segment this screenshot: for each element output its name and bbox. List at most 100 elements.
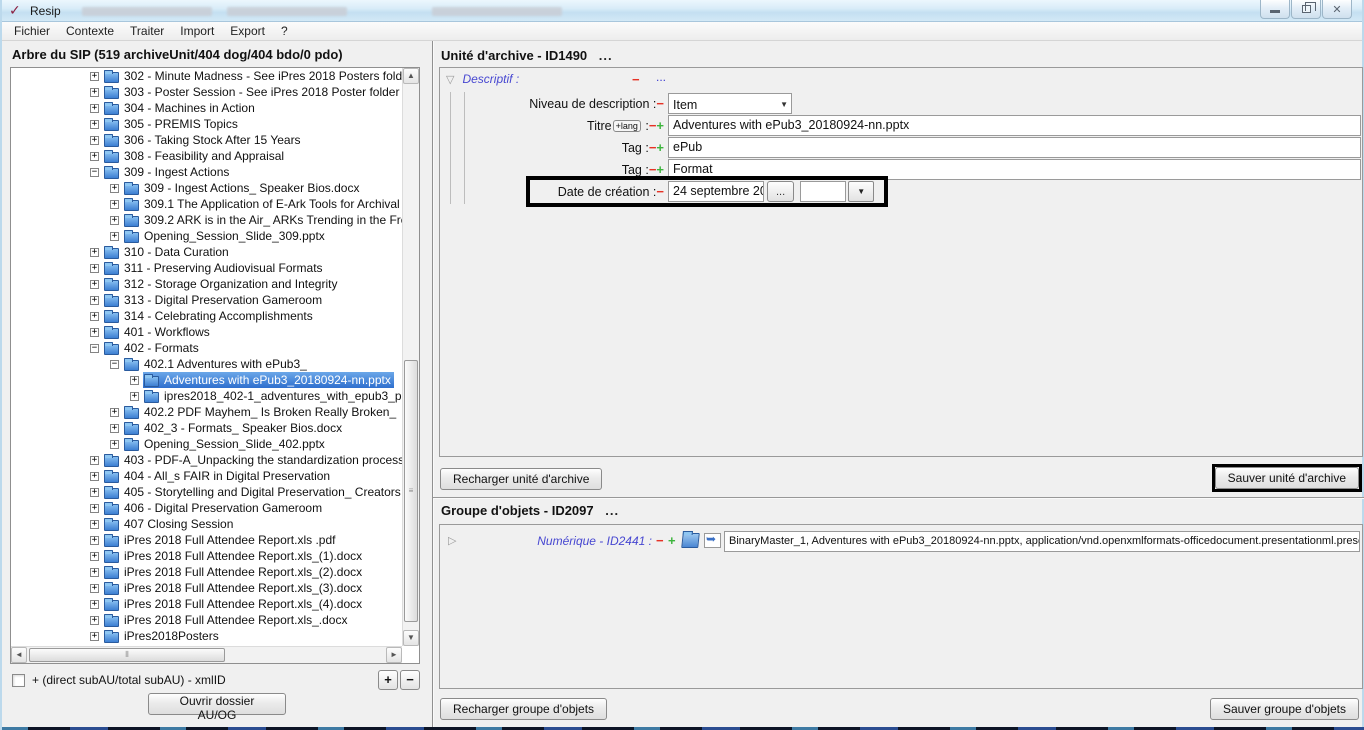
tree-row-body[interactable]: Opening_Session_Slide_402.pptx <box>123 436 328 452</box>
expand-icon[interactable]: + <box>110 216 119 225</box>
tree-row-body[interactable]: 309 - Ingest Actions_ Speaker Bios.docx <box>123 180 362 196</box>
tree-row[interactable]: +302 - Minute Madness - See iPres 2018 P… <box>12 68 402 84</box>
scroll-up-icon[interactable]: ▲ <box>403 68 419 84</box>
open-folder-icon[interactable] <box>681 533 700 548</box>
scroll-left-icon[interactable]: ◄ <box>11 647 27 663</box>
vertical-scrollbar[interactable]: ▲ ≡ ▼ <box>402 68 419 646</box>
date-dropdown-button[interactable]: ▼ <box>848 181 874 202</box>
close-button[interactable] <box>1322 0 1352 19</box>
tree-row-body[interactable]: 306 - Taking Stock After 15 Years <box>103 132 304 148</box>
expand-icon[interactable]: + <box>90 104 99 113</box>
scroll-down-icon[interactable]: ▼ <box>403 630 419 646</box>
tree-row-body[interactable]: 313 - Digital Preservation Gameroom <box>103 292 325 308</box>
expand-icon[interactable]: + <box>90 568 99 577</box>
remove-field-icon[interactable]: − <box>656 184 664 199</box>
menu-item-fichier[interactable]: Fichier <box>6 23 58 39</box>
expand-icon[interactable]: + <box>90 552 99 561</box>
expand-icon[interactable]: + <box>90 488 99 497</box>
menu-item-?[interactable]: ? <box>273 23 296 39</box>
expand-all-button[interactable]: + <box>378 670 398 690</box>
expand-icon[interactable]: + <box>90 472 99 481</box>
tree-row-body[interactable]: 308 - Feasibility and Appraisal <box>103 148 287 164</box>
tree-row-body[interactable]: 305 - PREMIS Topics <box>103 116 241 132</box>
tree-row[interactable]: +309.1 The Application of E-Ark Tools fo… <box>12 196 402 212</box>
expand-icon[interactable]: + <box>90 328 99 337</box>
tree-row-body[interactable]: iPres 2018 Full Attendee Report.xls_(2).… <box>103 564 365 580</box>
tree-row[interactable]: +309.2 ARK is in the Air_ ARKs Trending … <box>12 212 402 228</box>
tree-row-body[interactable]: iPres 2018 Full Attendee Report.xls_(3).… <box>103 580 365 596</box>
tree-row-body[interactable]: 406 - Digital Preservation Gameroom <box>103 500 325 516</box>
object-group-more[interactable]: ... <box>605 503 619 518</box>
tree-row-body[interactable]: 310 - Data Curation <box>103 244 232 260</box>
tree-row[interactable]: +304 - Machines in Action <box>12 100 402 116</box>
expand-icon[interactable]: + <box>90 312 99 321</box>
tree-row-body[interactable]: 403 - PDF-A_Unpacking the standardizatio… <box>103 452 402 468</box>
expand-icon[interactable]: + <box>90 88 99 97</box>
tree-row[interactable]: −402 - Formats <box>12 340 402 356</box>
tree-row[interactable]: −402.1 Adventures with ePub3_ <box>12 356 402 372</box>
menu-item-import[interactable]: Import <box>172 23 222 39</box>
horizontal-scrollbar[interactable]: ◄ ⦀ ► <box>11 646 402 663</box>
descriptif-more[interactable]: ... <box>656 70 666 84</box>
titre-input[interactable]: Adventures with ePub3_20180924-nn.pptx <box>668 115 1361 136</box>
expand-icon[interactable]: + <box>90 504 99 513</box>
tree-row[interactable]: −309 - Ingest Actions <box>12 164 402 180</box>
expand-icon[interactable]: + <box>90 536 99 545</box>
tree-row-body[interactable]: 401 - Workflows <box>103 324 213 340</box>
tree-row-body[interactable]: 402.1 Adventures with ePub3_ <box>123 356 310 372</box>
tree-row-body[interactable]: 302 - Minute Madness - See iPres 2018 Po… <box>103 68 402 84</box>
expand-icon[interactable]: + <box>90 280 99 289</box>
tree-row[interactable]: +303 - Poster Session - See iPres 2018 P… <box>12 84 402 100</box>
tree-row[interactable]: +402.2 PDF Mayhem_ Is Broken Really Brok… <box>12 404 402 420</box>
tree-row-body[interactable]: iPres2018Posters <box>103 628 222 644</box>
expand-icon[interactable]: + <box>110 440 119 449</box>
tree-row[interactable]: +310 - Data Curation <box>12 244 402 260</box>
remove-object-icon[interactable]: − <box>656 533 664 548</box>
scroll-right-icon[interactable]: ► <box>386 647 402 663</box>
menu-item-contexte[interactable]: Contexte <box>58 23 122 39</box>
save-object-group-button[interactable]: Sauver groupe d'objets <box>1210 698 1359 720</box>
expand-icon[interactable]: + <box>130 392 139 401</box>
add-object-icon[interactable]: + <box>668 533 676 548</box>
tree-row-body[interactable]: 402_3 - Formats_ Speaker Bios.docx <box>123 420 345 436</box>
expand-icon[interactable]: + <box>90 264 99 273</box>
date-extra-input[interactable] <box>800 181 846 202</box>
expand-icon[interactable]: + <box>130 376 139 385</box>
tag1-input[interactable]: ePub <box>668 137 1361 158</box>
tree-row-body[interactable]: iPres 2018 Full Attendee Report.xls_.doc… <box>103 612 350 628</box>
tree-row[interactable]: +404 - All_s FAIR in Digital Preservatio… <box>12 468 402 484</box>
add-field-icon[interactable]: + <box>656 162 664 177</box>
expand-icon[interactable]: + <box>90 456 99 465</box>
date-input[interactable]: 24 septembre 2018 <box>668 181 764 202</box>
expand-icon[interactable]: + <box>90 600 99 609</box>
tree-row-body[interactable]: 405 - Storytelling and Digital Preservat… <box>103 484 402 500</box>
add-lang-button[interactable]: +lang <box>613 120 641 132</box>
collapse-all-button[interactable]: − <box>400 670 420 690</box>
tree-row[interactable]: + ipres2018_402-1_adventures_with_epub3_p… <box>12 388 402 404</box>
tree-row-body[interactable]: Opening_Session_Slide_309.pptx <box>123 228 328 244</box>
numerique-input[interactable]: BinaryMaster_1, Adventures with ePub3_20… <box>724 531 1360 552</box>
collapse-icon[interactable]: − <box>90 344 99 353</box>
tree-row[interactable]: + Opening_Session_Slide_402.pptx <box>12 436 402 452</box>
xmlid-checkbox[interactable] <box>12 674 25 687</box>
expand-icon[interactable]: + <box>110 232 119 241</box>
import-file-icon[interactable] <box>704 533 721 548</box>
expand-icon[interactable]: + <box>110 200 119 209</box>
tree-row-body[interactable]: 311 - Preserving Audiovisual Formats <box>103 260 326 276</box>
tree-row[interactable]: +313 - Digital Preservation Gameroom <box>12 292 402 308</box>
chevron-down-icon[interactable]: ▽ <box>446 73 454 86</box>
collapse-icon[interactable]: − <box>110 360 119 369</box>
tree-row-body[interactable]: ipres2018_402-1_adventures_with_epub3_pe… <box>143 388 402 404</box>
open-au-og-folder-button[interactable]: Ouvrir dossier AU/OG <box>148 693 286 715</box>
tree-row[interactable]: +406 - Digital Preservation Gameroom <box>12 500 402 516</box>
tree-row-body[interactable]: iPres 2018 Full Attendee Report.xls_(4).… <box>103 596 365 612</box>
tree-row[interactable]: +407 Closing Session <box>12 516 402 532</box>
tree-row[interactable]: + Opening_Session_Slide_309.pptx <box>12 228 402 244</box>
tree-row-body[interactable]: 312 - Storage Organization and Integrity <box>103 276 340 292</box>
reload-object-group-button[interactable]: Recharger groupe d'objets <box>440 698 607 720</box>
expand-icon[interactable]: + <box>90 520 99 529</box>
tree-row[interactable]: +iPres 2018 Full Attendee Report.xls_.do… <box>12 612 402 628</box>
expand-icon[interactable]: + <box>90 632 99 641</box>
vertical-scroll-thumb[interactable]: ≡ <box>404 360 418 622</box>
add-field-icon[interactable]: + <box>656 118 664 133</box>
